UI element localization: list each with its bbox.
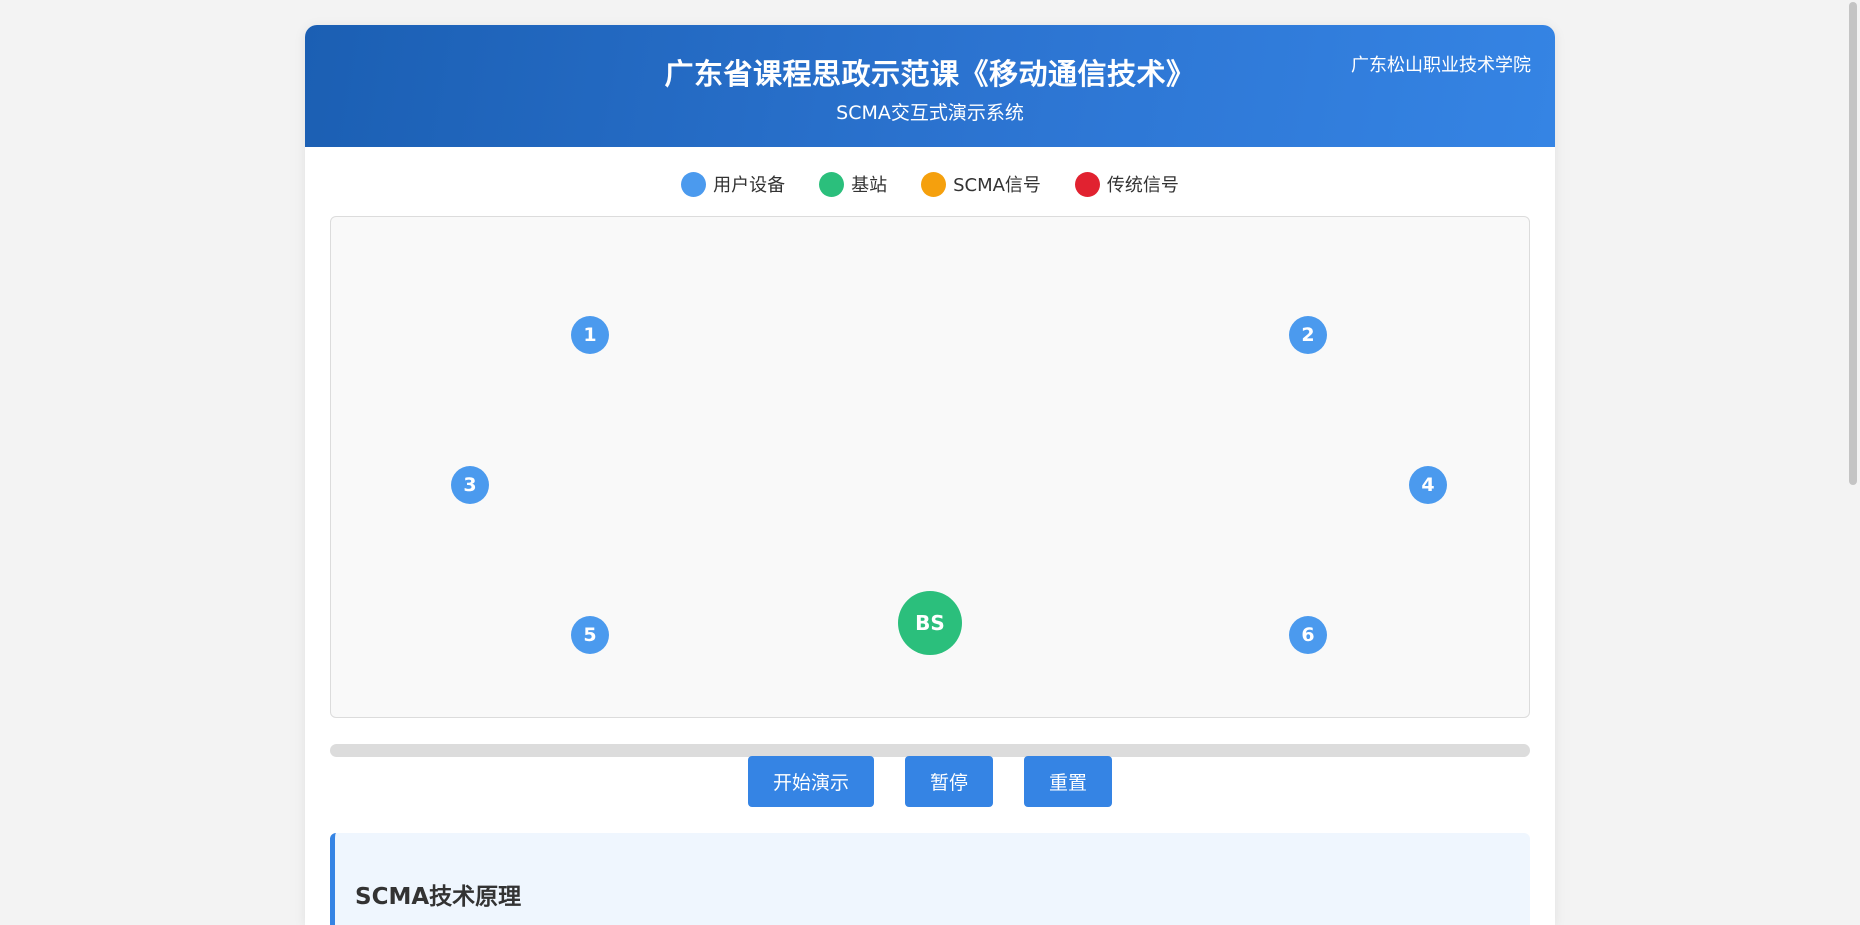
institute-name: 广东松山职业技术学院 <box>1351 55 1531 76</box>
info-title: SCMA技术原理 <box>355 884 522 910</box>
legend-label: SCMA信号 <box>953 175 1041 196</box>
legend-dot-base-station <box>819 171 845 197</box>
page-scrollbar[interactable] <box>1846 0 1860 900</box>
user-device-5[interactable]: 5 <box>571 616 609 654</box>
legend-dot-traditional-signal <box>1074 171 1100 197</box>
controls: 开始演示 暂停 重置 <box>305 756 1555 807</box>
base-station[interactable]: BS <box>898 591 962 655</box>
legend-dot-user-device <box>681 171 707 197</box>
page-subtitle: SCMA交互式演示系统 <box>836 102 1024 124</box>
info-panel: SCMA技术原理 <box>330 833 1530 925</box>
user-device-4[interactable]: 4 <box>1409 466 1447 504</box>
legend-label: 基站 <box>851 175 888 196</box>
user-device-2[interactable]: 2 <box>1289 316 1327 354</box>
legend-label: 用户设备 <box>713 175 786 196</box>
legend-item-scma-signal: SCMA信号 <box>921 171 1041 197</box>
user-device-6[interactable]: 6 <box>1289 616 1327 654</box>
legend: 用户设备 基站 SCMA信号 传统信号 <box>305 171 1555 197</box>
legend-item-base-station: 基站 <box>819 171 887 197</box>
scrollbar-thumb[interactable] <box>1849 2 1857 485</box>
reset-button[interactable]: 重置 <box>1024 756 1113 807</box>
start-demo-button[interactable]: 开始演示 <box>747 756 874 807</box>
user-device-1[interactable]: 1 <box>571 316 609 354</box>
legend-dot-scma-signal <box>921 171 947 197</box>
legend-item-user-device: 用户设备 <box>681 171 785 197</box>
main-card: 广东省课程思政示范课《移动通信技术》 SCMA交互式演示系统 广东松山职业技术学… <box>305 25 1555 925</box>
user-device-3[interactable]: 3 <box>451 466 489 504</box>
legend-label: 传统信号 <box>1106 175 1179 196</box>
legend-item-traditional-signal: 传统信号 <box>1074 171 1179 197</box>
header: 广东省课程思政示范课《移动通信技术》 SCMA交互式演示系统 广东松山职业技术学… <box>305 25 1555 147</box>
simulation-canvas[interactable]: 1 2 3 4 5 6 BS <box>330 216 1530 718</box>
pause-button[interactable]: 暂停 <box>904 756 993 807</box>
